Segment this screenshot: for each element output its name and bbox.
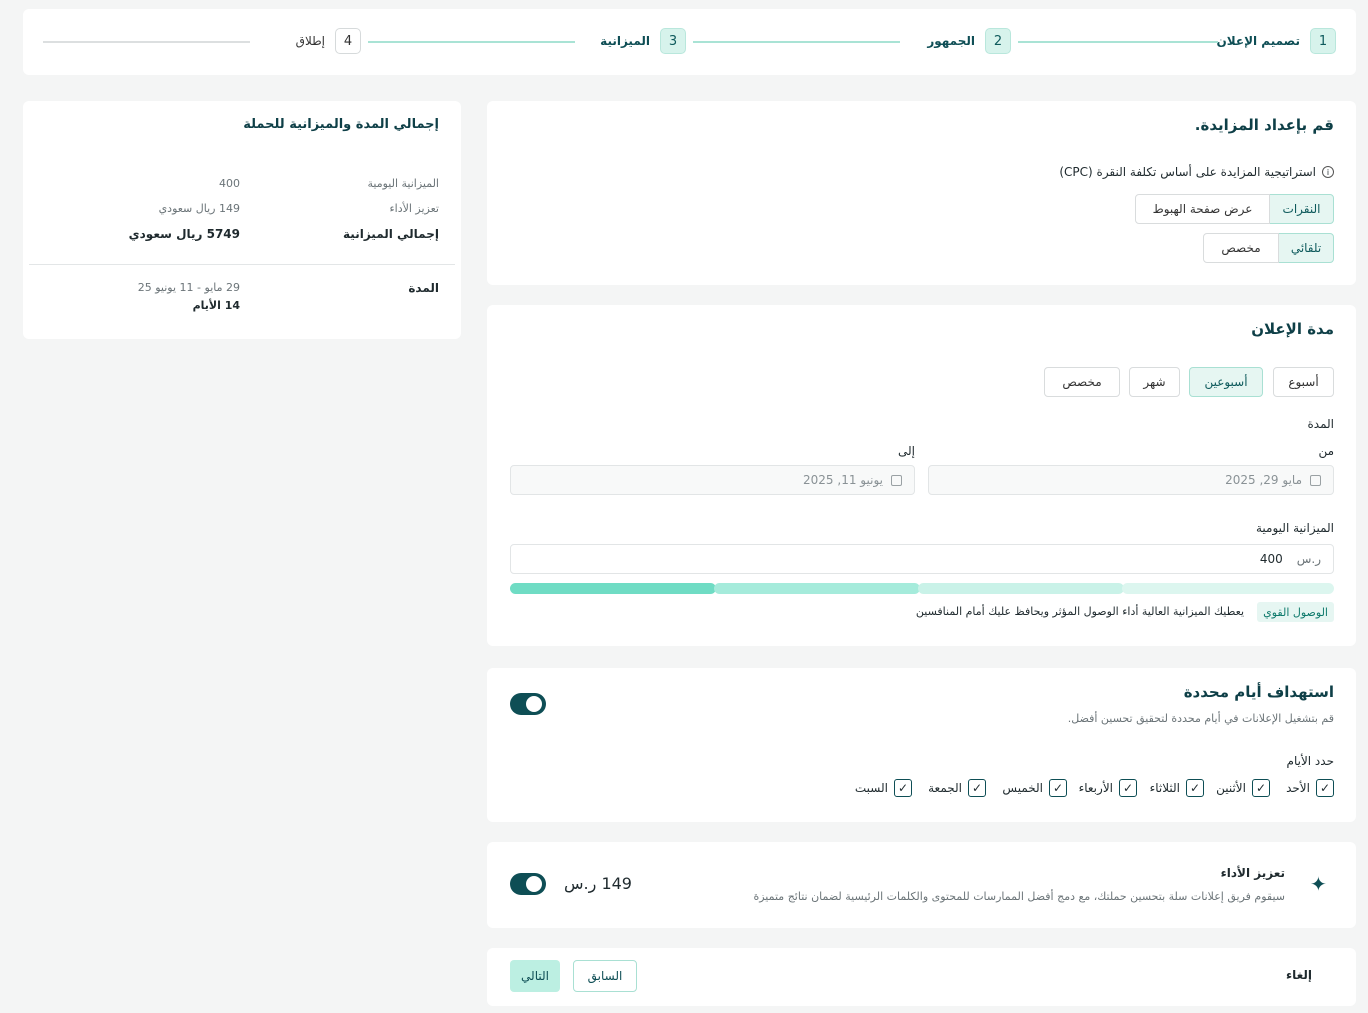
to-date-value: يونيو 11, 2025 bbox=[803, 473, 883, 487]
day-label: الأثنين bbox=[1216, 781, 1246, 795]
from-date-value: مايو 29, 2025 bbox=[1225, 473, 1302, 487]
info-icon[interactable]: i bbox=[1322, 166, 1334, 178]
daily-budget-input[interactable]: ر.س 400 bbox=[510, 544, 1334, 574]
from-date-input[interactable]: مايو 29, 2025 bbox=[928, 465, 1334, 495]
boost-toggle[interactable] bbox=[510, 873, 546, 895]
step-1[interactable]: 1 تصميم الإعلان bbox=[1217, 28, 1336, 54]
summary-boost-value: 149 ريال سعودي bbox=[158, 202, 240, 215]
daily-budget-value: 400 bbox=[1259, 552, 1283, 566]
step-number: 3 bbox=[660, 28, 686, 54]
reach-bar-segment bbox=[714, 583, 920, 594]
day-checkbox-mon[interactable]: ✓ الأثنين bbox=[1216, 779, 1270, 797]
bid-mode-auto[interactable]: تلقائي bbox=[1278, 233, 1334, 263]
cancel-button[interactable]: إلغاء bbox=[1286, 968, 1312, 982]
duration-title: مدة الإعلان bbox=[1251, 320, 1334, 338]
summary-total-value: 5749 ريال سعودي bbox=[128, 227, 240, 241]
days-subtitle: قم بتشغيل الإعلانات في أيام محددة لتحقيق… bbox=[1067, 712, 1334, 725]
bid-type-clicks[interactable]: النقرات bbox=[1269, 194, 1334, 224]
summary-duration-days: 14 الأيام bbox=[192, 299, 240, 312]
step-number: 2 bbox=[985, 28, 1011, 54]
boost-description: سيقوم فريق إعلانات سلة بتحسين حملتك، مع … bbox=[753, 890, 1285, 903]
bidding-strategy-label: استراتيجية المزايدة على أساس تكلفة النقر… bbox=[1059, 165, 1334, 179]
period-label: المدة bbox=[1307, 417, 1334, 431]
reach-bar-segment bbox=[510, 583, 716, 594]
summary-card bbox=[23, 101, 461, 339]
bidding-title: قم بإعداد المزايدة. bbox=[1194, 116, 1334, 134]
step-connector bbox=[693, 41, 900, 43]
day-label: الجمعة bbox=[928, 781, 962, 795]
step-connector bbox=[368, 41, 575, 43]
reach-bar-segment bbox=[918, 583, 1124, 594]
bid-type-landing-page[interactable]: عرض صفحة الهبوط bbox=[1135, 194, 1270, 224]
day-checkbox-thu[interactable]: ✓ الخميس bbox=[1002, 779, 1067, 797]
reach-text: يعطيك الميزانية العالية أداء الوصول المؤ… bbox=[915, 605, 1244, 618]
days-toggle[interactable] bbox=[510, 693, 546, 715]
step-number: 4 bbox=[335, 28, 361, 54]
summary-boost-label: تعزيز الأداء bbox=[389, 202, 439, 215]
summary-daily-value: 400 bbox=[219, 177, 240, 190]
check-icon: ✓ bbox=[1119, 779, 1137, 797]
summary-daily-label: الميزانية اليومية bbox=[367, 177, 439, 190]
day-checkbox-sat[interactable]: ✓ السبت bbox=[855, 779, 912, 797]
check-icon: ✓ bbox=[1252, 779, 1270, 797]
day-label: السبت bbox=[854, 781, 888, 795]
day-label: الخميس bbox=[1002, 781, 1043, 795]
step-connector bbox=[43, 41, 250, 43]
preset-month[interactable]: شهر bbox=[1129, 367, 1180, 397]
currency-label: ر.س bbox=[1296, 552, 1321, 566]
previous-button[interactable]: السابق bbox=[573, 960, 637, 992]
summary-duration-label: المدة bbox=[408, 281, 439, 295]
day-checkbox-wed[interactable]: ✓ الأربعاء bbox=[1079, 779, 1137, 797]
check-icon: ✓ bbox=[1316, 779, 1334, 797]
bidding-strategy-text: استراتيجية المزايدة على أساس تكلفة النقر… bbox=[1059, 165, 1316, 179]
step-connector bbox=[1018, 41, 1218, 43]
day-checkbox-fri[interactable]: ✓ الجمعة bbox=[928, 779, 986, 797]
step-label: الجمهور bbox=[927, 34, 975, 48]
summary-divider bbox=[29, 264, 455, 265]
step-label: إطلاق bbox=[295, 34, 325, 48]
check-icon: ✓ bbox=[1049, 779, 1067, 797]
step-2[interactable]: 2 الجمهور bbox=[927, 28, 1011, 54]
summary-duration-range: 29 مايو - 11 يونيو 25 bbox=[137, 281, 240, 294]
reach-bar-segment bbox=[1122, 583, 1334, 594]
day-checkbox-tue[interactable]: ✓ الثلاثاء bbox=[1150, 779, 1204, 797]
step-label: الميزانية bbox=[600, 34, 650, 48]
from-label: من bbox=[1318, 444, 1334, 458]
boost-title: تعزيز الأداء bbox=[1220, 866, 1285, 880]
calendar-icon bbox=[1310, 474, 1321, 486]
check-icon: ✓ bbox=[1186, 779, 1204, 797]
step-number: 1 bbox=[1310, 28, 1336, 54]
step-4[interactable]: 4 إطلاق bbox=[296, 28, 361, 54]
day-label: الأربعاء bbox=[1078, 781, 1113, 795]
daily-budget-label: الميزانية اليومية bbox=[1255, 521, 1334, 535]
reach-badge: الوصول القوي bbox=[1257, 602, 1334, 622]
check-icon: ✓ bbox=[894, 779, 912, 797]
days-title: استهداف أيام محددة bbox=[1183, 683, 1334, 701]
boost-price: 149 ر.س bbox=[564, 874, 632, 893]
preset-two-weeks[interactable]: أسبوعين bbox=[1189, 367, 1263, 397]
day-label: الثلاثاء bbox=[1149, 781, 1180, 795]
next-button[interactable]: التالي bbox=[510, 960, 560, 992]
stepper: 1 تصميم الإعلان 2 الجمهور 3 الميزانية 4 … bbox=[23, 9, 1356, 75]
sparkle-icon: ✦ bbox=[1310, 872, 1327, 896]
step-3[interactable]: 3 الميزانية bbox=[600, 28, 686, 54]
step-label: تصميم الإعلان bbox=[1216, 34, 1300, 48]
day-label: الأحد bbox=[1286, 781, 1310, 795]
calendar-icon bbox=[891, 474, 902, 486]
summary-total-label: إجمالي الميزانية bbox=[343, 227, 439, 241]
preset-week[interactable]: أسبوع bbox=[1273, 367, 1334, 397]
day-checkbox-sun[interactable]: ✓ الأحد bbox=[1286, 779, 1334, 797]
to-label: إلى bbox=[898, 444, 915, 458]
summary-title: إجمالي المدة والميزانية للحملة bbox=[243, 117, 439, 132]
bid-mode-custom[interactable]: مخصص bbox=[1203, 233, 1279, 263]
preset-custom[interactable]: مخصص bbox=[1044, 367, 1120, 397]
to-date-input[interactable]: يونيو 11, 2025 bbox=[510, 465, 915, 495]
check-icon: ✓ bbox=[968, 779, 986, 797]
select-days-label: حدد الأيام bbox=[1286, 754, 1334, 768]
